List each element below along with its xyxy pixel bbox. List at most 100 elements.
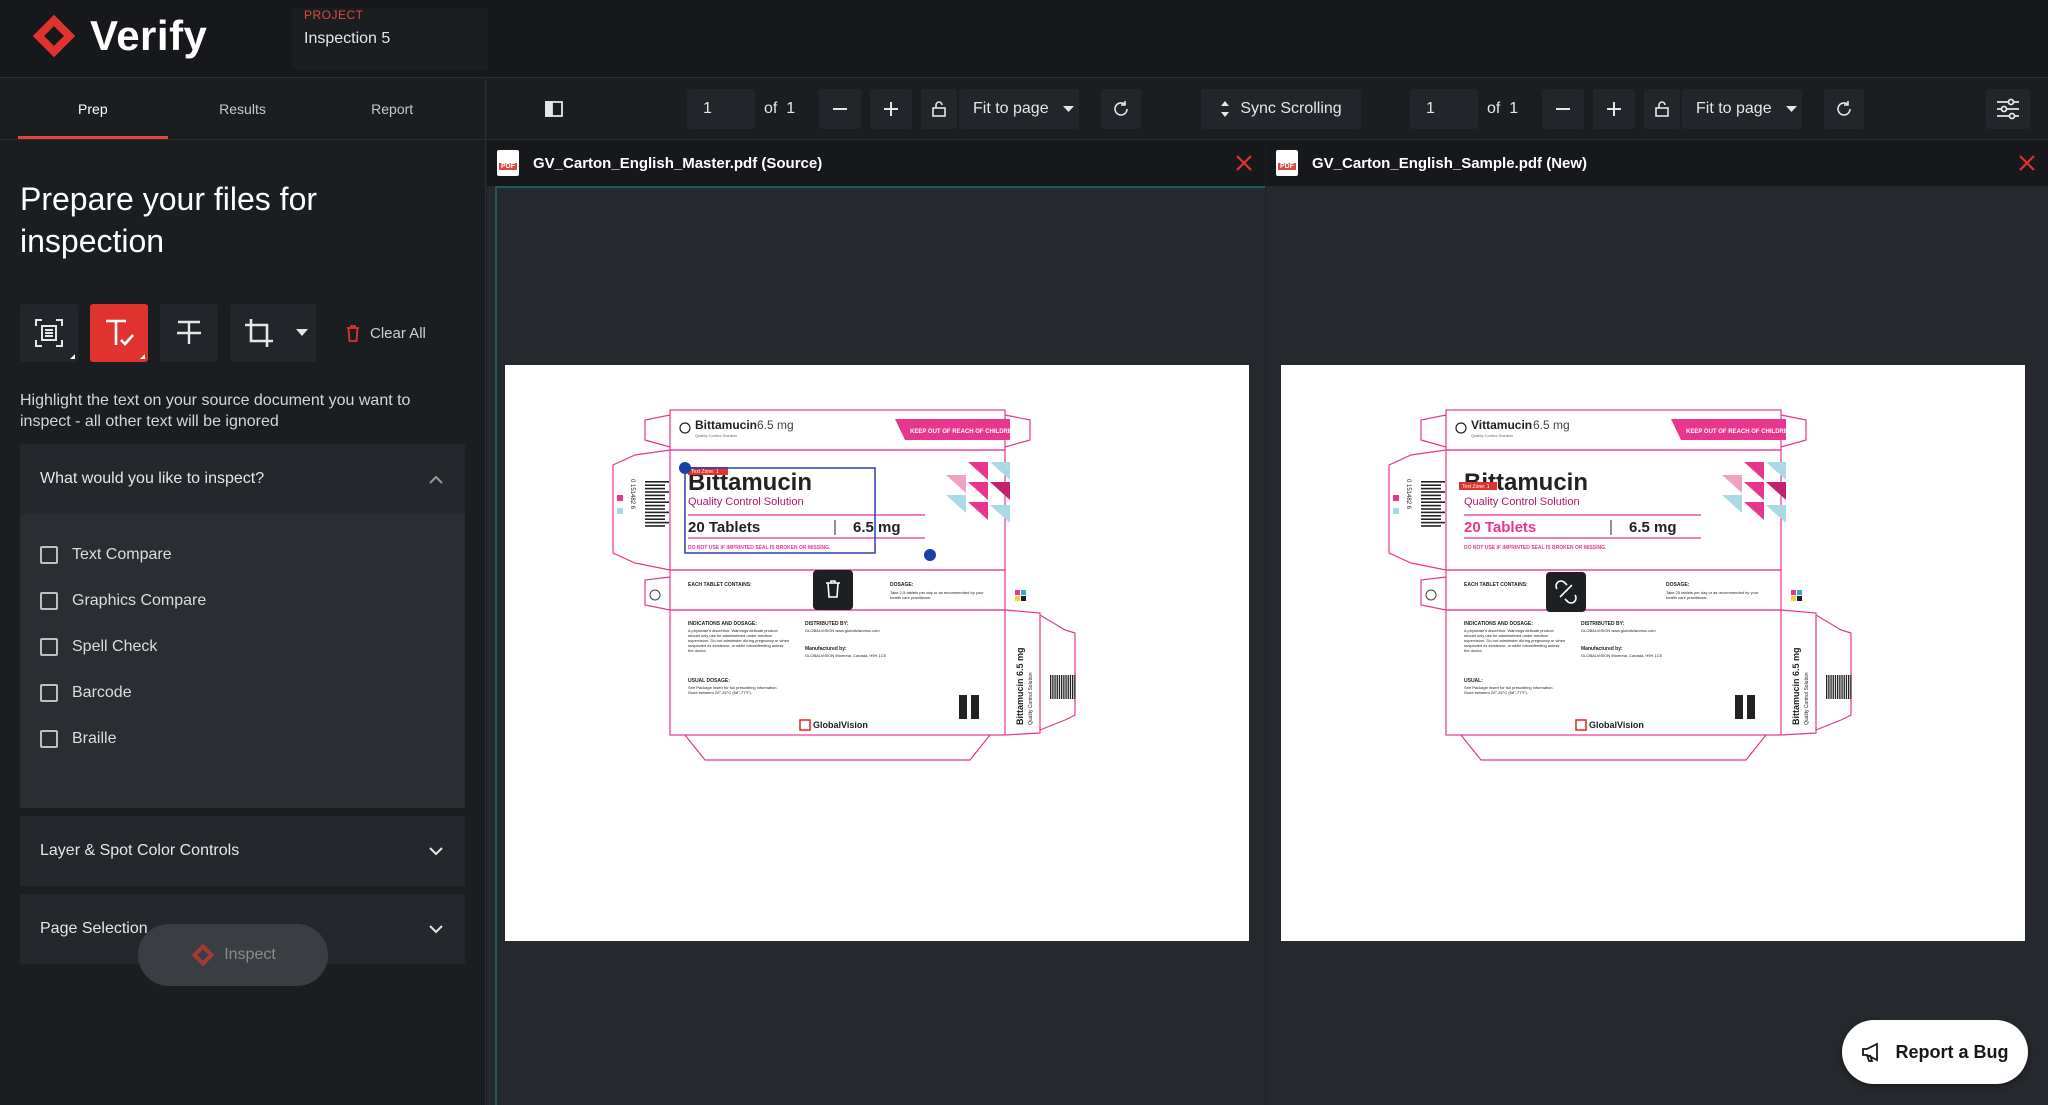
datamatrix-cell [975,707,979,711]
datamatrix-cell [1739,715,1743,719]
datamatrix-cell [1735,695,1739,699]
project-selector[interactable]: PROJECT Inspection 5 [292,8,488,70]
new-pane-header: GV_Carton_English_Sample.pdf (New) [1266,140,2048,186]
clear-all-button[interactable]: Clear All [346,324,426,342]
datamatrix-cell [1739,703,1743,707]
source-rotate-button[interactable] [1101,89,1141,129]
crop-tool[interactable] [230,304,288,362]
checkbox[interactable] [40,684,58,702]
new-fit-dropdown[interactable]: Fit to page [1682,89,1802,129]
barcode-bar [645,504,665,507]
pattern-triangle [968,482,988,500]
color-patch [1797,590,1802,595]
barcode-bar [1421,491,1445,493]
side-barcode-bar [1848,675,1850,699]
datamatrix-cell [963,695,967,699]
option-spell-check[interactable]: Spell Check [40,624,445,670]
close-icon[interactable] [1235,154,1253,172]
top-dose: 6.5 mg [757,418,794,432]
indications-text: the doctor. [688,648,707,653]
tool-corner-marker [140,354,145,359]
source-page-input[interactable]: 1 [687,89,755,129]
datamatrix-cell [959,699,963,703]
layer-controls-accordion[interactable]: Layer & Spot Color Controls [20,816,465,886]
barcode-bar [645,494,665,497]
datamatrix-cell [975,715,979,719]
settings-button[interactable] [1986,89,2030,129]
source-zoom-out-button[interactable] [819,89,861,129]
selection-handle [679,462,691,474]
pattern-triangle [1766,462,1786,480]
toggle-sidebar-button[interactable] [537,89,571,129]
of-label: of [764,100,778,117]
dosage-heading: DOSAGE: [890,582,914,588]
color-patch [1015,590,1020,595]
side-barcode-bar [1063,675,1065,699]
text-zone-tool[interactable] [90,304,148,362]
carton-top-flap-left [644,414,671,448]
new-zoom-in-button[interactable] [1593,89,1635,129]
new-rotate-button[interactable] [1824,89,1864,129]
barcode-bar [645,498,665,500]
sync-scrolling-button[interactable]: Sync Scrolling [1201,89,1361,129]
checkbox[interactable] [40,730,58,748]
tool-corner-marker [70,354,75,359]
inspect-options-accordion: What would you like to inspect? Text Com… [20,444,465,808]
datamatrix-cell [1747,715,1751,719]
side-subtitle: Quality Control Solution [1028,672,1034,725]
barcode-bar [1421,487,1441,490]
new-page[interactable]: Vittamucin 6.5 mg Quality Control Solution… [1281,365,2025,941]
manufactured-text: GLOBALVISION Montreal, Canada, H9H 1C5 [1581,653,1663,658]
close-icon[interactable] [2018,154,2036,172]
barcode-bar [1421,511,1445,514]
brand-logo [799,719,811,731]
datamatrix-cell [971,715,975,719]
delete-zone-button [813,570,853,610]
page-selection-title: Page Selection [40,920,148,937]
source-zoom-in-button[interactable] [870,89,912,129]
inspect-options-header[interactable]: What would you like to inspect? [20,444,465,514]
side-barcode-bar [1067,675,1069,699]
datamatrix-cell [975,711,979,715]
project-name: Inspection 5 [304,30,391,47]
pattern-triangle [1722,475,1742,493]
option-braille[interactable]: Braille [40,716,445,762]
side-barcode-bar [1069,675,1072,699]
tab-report[interactable]: Report [317,78,467,139]
new-lock-button[interactable] [1644,89,1680,129]
report-bug-button[interactable]: Report a Bug [1842,1020,2028,1084]
datamatrix-cell [1739,695,1743,699]
datamatrix-cell [971,699,975,703]
strikethrough-icon [177,320,201,344]
logo: Verify [30,12,207,60]
checkbox[interactable] [40,546,58,564]
inspect-button[interactable]: Inspect [138,924,328,986]
new-page-input[interactable]: 1 [1410,89,1478,129]
zone-tag-label: Text Zone: 1 [1462,484,1490,490]
top-dose: 6.5 mg [1533,418,1570,432]
new-zoom-out-button[interactable] [1542,89,1584,129]
option-graphics-compare[interactable]: Graphics Compare [40,578,445,624]
source-fit-dropdown[interactable]: Fit to page [959,89,1079,129]
pattern-triangle [946,475,966,493]
select-zone-tool[interactable] [20,304,78,362]
datamatrix-cell [1747,707,1751,711]
strikethrough-tool[interactable] [160,304,218,362]
pattern-triangle [1744,482,1764,500]
source-page[interactable]: Bittamucin 6.5 mg Quality Control Solution… [505,365,1249,941]
source-pane-header: GV_Carton_English_Master.pdf (Source) [487,140,1265,186]
option-text-compare[interactable]: Text Compare [40,532,445,578]
tab-prep[interactable]: Prep [18,78,168,139]
instruction-text: Highlight the text on your source docume… [20,392,411,430]
carton-bottom-flap [684,734,991,761]
datamatrix-cell [959,695,963,699]
source-lock-button[interactable] [921,89,957,129]
datamatrix-cell [1739,707,1743,711]
checkbox[interactable] [40,592,58,610]
tool-dropdown[interactable] [288,304,316,362]
top-product-name: Vittamucin [1471,418,1532,432]
option-barcode[interactable]: Barcode [40,670,445,716]
tablets-count: 20 Tablets [688,519,760,536]
tab-results[interactable]: Results [168,78,318,139]
checkbox[interactable] [40,638,58,656]
